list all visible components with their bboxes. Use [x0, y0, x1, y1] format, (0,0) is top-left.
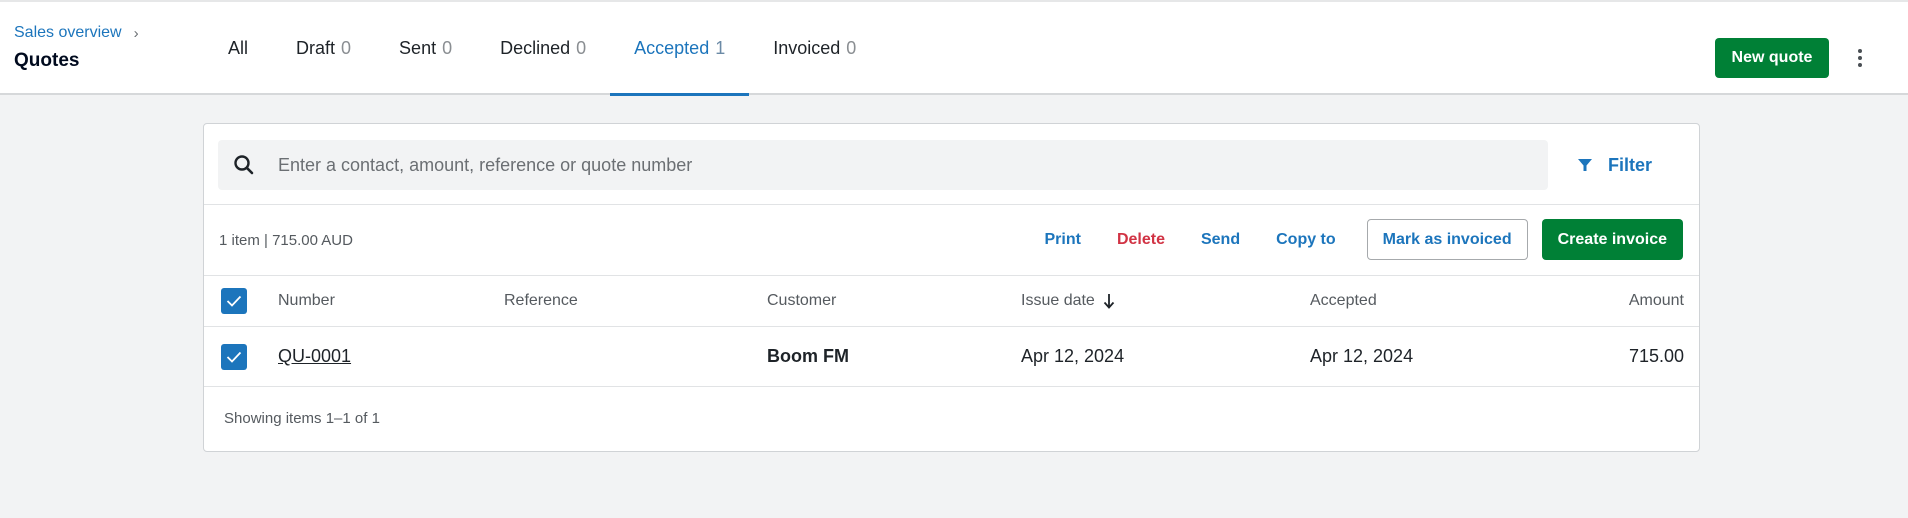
tab-label: Draft — [296, 38, 336, 58]
tab-label: Accepted — [634, 38, 710, 58]
column-header-issue-date[interactable]: Issue date — [1021, 276, 1115, 326]
amount-cell: 715.00 — [1628, 346, 1684, 366]
accepted-date-cell: Apr 12, 2024 — [1310, 346, 1414, 366]
issue-date-cell: Apr 12, 2024 — [1021, 346, 1125, 366]
search-input[interactable] — [278, 154, 1478, 176]
tab-label: Invoiced — [773, 38, 841, 58]
tab-count: 0 — [442, 38, 453, 58]
mark-as-invoiced-button[interactable]: Mark as invoiced — [1366, 219, 1528, 260]
tab-count: 1 — [715, 38, 726, 58]
filter-label: Filter — [1608, 154, 1653, 175]
copy-to-button[interactable]: Copy to — [1258, 219, 1354, 260]
breadcrumb-sales-overview[interactable]: Sales overview — [14, 24, 122, 42]
pagination-summary: Showing items 1–1 of 1 — [224, 410, 380, 427]
tab-label: All — [228, 38, 249, 58]
table-row[interactable]: QU-0001 Boom FM Apr 12, 2024 Apr 12, 202… — [204, 327, 1699, 387]
bulk-actions: Print Delete Send Copy to Mark as invoic… — [1027, 219, 1683, 260]
search-row: Filter — [204, 124, 1699, 205]
select-all-cell — [221, 276, 247, 326]
tab-label: Declined — [500, 38, 571, 58]
row-checkbox[interactable] — [221, 343, 247, 370]
quote-number-cell: QU-0001 — [278, 327, 351, 386]
tab-count: 0 — [846, 38, 857, 58]
quotes-card: Filter 1 item | 715.00 AUD Print Delete … — [203, 123, 1700, 452]
column-header-label: Issue date — [1021, 292, 1095, 309]
table-header: Number Reference Customer Issue date Acc… — [204, 276, 1699, 327]
create-invoice-button[interactable]: Create invoice — [1541, 219, 1683, 260]
selection-summary: 1 item | 715.00 AUD — [219, 232, 353, 249]
tab-count: 0 — [576, 38, 587, 58]
page-header: Sales overview › Quotes All Draft 0 Sent… — [0, 0, 1908, 96]
tab-accepted[interactable]: Accepted 1 — [610, 2, 750, 96]
kebab-menu-icon[interactable] — [1855, 46, 1865, 70]
search-box[interactable] — [218, 140, 1548, 190]
funnel-icon — [1578, 159, 1592, 171]
column-header-customer[interactable]: Customer — [767, 276, 836, 326]
column-header-reference[interactable]: Reference — [504, 276, 578, 326]
search-icon — [234, 155, 254, 175]
arrow-down-icon — [1103, 294, 1114, 309]
checkmark-icon — [226, 351, 242, 363]
filter-button[interactable]: Filter — [1578, 148, 1652, 182]
dot — [1858, 56, 1862, 60]
send-button[interactable]: Send — [1183, 219, 1258, 260]
tab-sent[interactable]: Sent 0 — [375, 2, 476, 95]
delete-button[interactable]: Delete — [1099, 219, 1183, 260]
column-header-accepted[interactable]: Accepted — [1310, 276, 1377, 326]
row-select-cell — [221, 327, 247, 386]
breadcrumb: Sales overview › — [14, 24, 139, 42]
column-header-amount[interactable]: Amount — [1629, 276, 1684, 326]
checkmark-icon — [226, 295, 242, 307]
tab-draft[interactable]: Draft 0 — [272, 2, 375, 95]
table-footer: Showing items 1–1 of 1 — [204, 387, 1699, 453]
page-title: Quotes — [14, 50, 80, 71]
status-tabs: All Draft 0 Sent 0 Declined 0 Accepted 1… — [204, 2, 880, 96]
select-all-checkbox[interactable] — [221, 288, 247, 314]
customer-cell: Boom FM — [767, 346, 849, 366]
tab-count: 0 — [341, 38, 352, 58]
tab-all[interactable]: All — [204, 2, 272, 95]
bulk-action-bar: 1 item | 715.00 AUD Print Delete Send Co… — [204, 205, 1699, 276]
print-button[interactable]: Print — [1027, 219, 1099, 260]
tab-declined[interactable]: Declined 0 — [476, 2, 610, 95]
chevron-right-icon: › — [133, 24, 139, 42]
tab-invoiced[interactable]: Invoiced 0 — [749, 2, 880, 95]
quote-number-link[interactable]: QU-0001 — [278, 346, 351, 367]
column-header-number[interactable]: Number — [278, 276, 335, 326]
new-quote-button[interactable]: New quote — [1715, 38, 1829, 78]
tab-label: Sent — [399, 38, 437, 58]
dot — [1858, 49, 1862, 53]
dot — [1858, 63, 1862, 67]
